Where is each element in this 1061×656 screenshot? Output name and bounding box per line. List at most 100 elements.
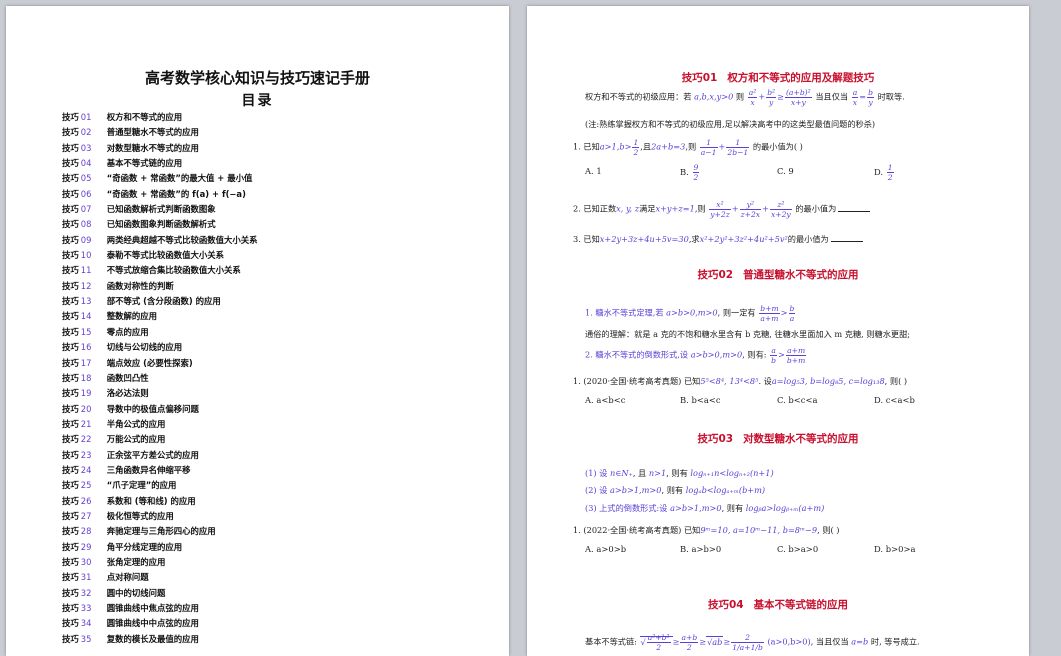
section-title-01[interactable]: 技巧01 权方和不等式的应用及解题技巧: [527, 70, 1029, 85]
toc-item-32[interactable]: 技巧 32 圆中的切线问题: [62, 586, 258, 601]
toc-item-title: “奇函数 + 常函数”的 f(a) + f(−a): [106, 188, 246, 199]
toc-item-number: 20: [80, 403, 92, 414]
s1-q1-option-c[interactable]: C. 9: [777, 166, 794, 176]
toc-item-prefix: 技巧: [62, 357, 79, 368]
toc-item-03[interactable]: 技巧 03 对数型糖水不等式的应用: [62, 141, 258, 156]
toc-item-34[interactable]: 技巧 34 圆锥曲线中中点弦的应用: [62, 616, 258, 631]
toc-item-28[interactable]: 技巧 28 奔驰定理与三角形四心的应用: [62, 524, 258, 539]
toc-item-19[interactable]: 技巧 19 洛必达法则: [62, 386, 258, 401]
toc-item-09[interactable]: 技巧 09 两类经典超越不等式比较函数值大小关系: [62, 233, 258, 248]
toc-item-prefix: 技巧: [62, 434, 79, 445]
toc-item-26[interactable]: 技巧 26 系数和 (等和线) 的应用: [62, 494, 258, 509]
toc-item-title: 端点效应 (必要性探索): [106, 357, 193, 368]
section-title-02[interactable]: 技巧02 普通型糖水不等式的应用: [527, 267, 1029, 282]
toc-item-05[interactable]: 技巧 05 “奇函数 + 常函数”的最大值 + 最小值: [62, 171, 258, 186]
toc-item-prefix: 技巧: [62, 112, 79, 122]
toc-item-number: 14: [80, 311, 92, 322]
toc-item-title: 系数和 (等和线) 的应用: [106, 495, 196, 506]
toc-item-prefix: 技巧: [62, 603, 79, 613]
toc-item-01[interactable]: 技巧 01 权方和不等式的应用: [62, 110, 258, 125]
section-title-04[interactable]: 技巧04 基本不等式链的应用: [527, 597, 1029, 612]
toc-item-02[interactable]: 技巧 02 普通型糖水不等式的应用: [62, 125, 258, 140]
toc-item-title: 零点的应用: [106, 326, 149, 337]
toc-item-number: 22: [80, 434, 92, 445]
s1-question-1: 1. 已知a>1,b> 1 2 ,且2a+b=3,则 1 a−1 +1 2b−1 的最小值为…: [573, 138, 803, 157]
toc-item-number: 18: [80, 372, 92, 383]
toc-item-prefix: 技巧: [62, 265, 79, 276]
toc-item-number: 11: [80, 265, 92, 276]
document-page-right[interactable]: 技巧01 权方和不等式的应用及解题技巧 权方和不等式的初级应用：若 a,b,x,y…: [527, 6, 1029, 656]
toc-item-13[interactable]: 技巧 13 部不等式 (含分段函数) 的应用: [62, 294, 258, 309]
toc-item-title: 奔驰定理与三角形四心的应用: [106, 526, 216, 537]
s3-option-b[interactable]: B. a>b>0: [680, 544, 721, 554]
s2-option-d[interactable]: D. c<a<b: [874, 395, 915, 405]
s3-line-3: (3) 上式的倒数形式:设 a>b>1,m>0, 则有 logᵦa>logᵦ₊ₘ…: [585, 503, 825, 513]
toc-item-11[interactable]: 技巧 11 不等式放缩合集比较函数值大小关系: [62, 263, 258, 278]
toc-item-prefix: 技巧: [62, 633, 79, 644]
toc-item-prefix: 技巧: [62, 495, 79, 506]
toc-item-prefix: 技巧: [62, 541, 79, 552]
toc-item-prefix: 技巧: [62, 234, 79, 245]
toc-item-number: 13: [80, 296, 92, 307]
toc-item-35[interactable]: 技巧 35 复数的模长及最值的应用: [62, 632, 258, 647]
toc-item-prefix: 技巧: [62, 142, 79, 153]
section-heading: 普通型糖水不等式的应用: [743, 269, 859, 281]
toc-item-title: 点对称问题: [106, 572, 149, 583]
toc-item-06[interactable]: 技巧 06 “奇函数 + 常函数”的 f(a) + f(−a): [62, 187, 258, 202]
toc-item-29[interactable]: 技巧 29 角平分线定理的应用: [62, 540, 258, 555]
toc-item-prefix: 技巧: [62, 250, 79, 261]
section-prefix: 技巧: [707, 599, 729, 611]
toc-item-04[interactable]: 技巧 04 基本不等式链的应用: [62, 156, 258, 171]
s2-option-c[interactable]: C. b<c<a: [777, 395, 818, 405]
toc-item-31[interactable]: 技巧 31 点对称问题: [62, 570, 258, 585]
document-page-left[interactable]: 高考数学核心知识与技巧速记手册 目录 技巧 01 权方和不等式的应用 技巧 02 普通型糖…: [6, 6, 509, 656]
s2-question-1: 1. (2020·全国·统考高考真题) 已知5⁵<8⁴, 13⁴<8⁵. 设a=…: [573, 376, 908, 386]
toc-item-prefix: 技巧: [62, 326, 79, 337]
s2-option-a[interactable]: A. a<b<c: [585, 395, 625, 405]
toc-item-18[interactable]: 技巧 18 函数凹凸性: [62, 371, 258, 386]
s3-option-d[interactable]: D. b>0>a: [874, 544, 915, 554]
toc-item-23[interactable]: 技巧 23 正余弦平方差公式的应用: [62, 448, 258, 463]
toc-item-25[interactable]: 技巧 25 “爪子定理”的应用: [62, 478, 258, 493]
toc-item-number: 01: [80, 112, 92, 122]
toc-item-title: 基本不等式链的应用: [106, 158, 183, 169]
toc-item-27[interactable]: 技巧 27 极化恒等式的应用: [62, 509, 258, 524]
s1-q1-option-d[interactable]: D. 12: [874, 163, 895, 182]
s1-q1-option-b[interactable]: B. 92: [680, 163, 700, 182]
s4-line-1: 基本不等式链: √ a²+b² 2 ≥ a+b 2 ≥√ab≥ 2 1/a+1/b (a>0,b…: [585, 633, 920, 652]
toc-item-12[interactable]: 技巧 12 函数对称性的判断: [62, 279, 258, 294]
toc-item-33[interactable]: 技巧 33 圆锥曲线中焦点弦的应用: [62, 601, 258, 616]
s2-option-b[interactable]: B. b<a<c: [680, 395, 721, 405]
s3-option-c[interactable]: C. b>a>0: [777, 544, 818, 554]
section-heading: 对数型糖水不等式的应用: [743, 433, 859, 445]
toc-item-16[interactable]: 技巧 16 切线与公切线的应用: [62, 340, 258, 355]
s3-line-1: (1) 设 n∈N₊, 且 n>1, 则有 logₙ₊₁n<logₙ₊₂(n+1…: [585, 468, 774, 478]
toc-item-prefix: 技巧: [62, 556, 79, 567]
toc-item-number: 23: [80, 449, 92, 460]
toc-item-prefix: 技巧: [62, 388, 79, 399]
toc-item-22[interactable]: 技巧 22 万能公式的应用: [62, 432, 258, 447]
toc-item-title: 圆锥曲线中中点弦的应用: [106, 618, 199, 629]
toc-item-number: 35: [80, 633, 92, 644]
toc-item-21[interactable]: 技巧 21 半角公式的应用: [62, 417, 258, 432]
toc-item-title: 导数中的极值点偏移问题: [106, 403, 199, 414]
toc-item-20[interactable]: 技巧 20 导数中的极值点偏移问题: [62, 402, 258, 417]
section-title-03[interactable]: 技巧03 对数型糖水不等式的应用: [527, 431, 1029, 446]
toc-item-number: 16: [80, 342, 92, 353]
toc-item-title: 对数型糖水不等式的应用: [106, 142, 199, 153]
s1-q1-option-a[interactable]: A. 1: [585, 166, 602, 176]
toc-item-10[interactable]: 技巧 10 泰勒不等式比较函数值大小关系: [62, 248, 258, 263]
toc-item-15[interactable]: 技巧 15 零点的应用: [62, 325, 258, 340]
toc-item-24[interactable]: 技巧 24 三角函数异名伸缩平移: [62, 463, 258, 478]
toc-item-title: 部不等式 (含分段函数) 的应用: [106, 296, 221, 307]
toc-item-prefix: 技巧: [62, 173, 79, 184]
toc-item-30[interactable]: 技巧 30 张角定理的应用: [62, 555, 258, 570]
s3-option-a[interactable]: A. a>0>b: [585, 544, 626, 554]
s2-line-3: 2. 糖水不等式的倒数形式,设 a>b>0,m>0, 则有: a b > a+m b+m: [585, 346, 807, 365]
toc-item-07[interactable]: 技巧 07 已知函数解析式判断函数图象: [62, 202, 258, 217]
toc-item-14[interactable]: 技巧 14 整数解的应用: [62, 309, 258, 324]
document-title: 高考数学核心知识与技巧速记手册: [144, 69, 370, 87]
toc-item-title: 普通型糖水不等式的应用: [106, 127, 199, 138]
toc-item-17[interactable]: 技巧 17 端点效应 (必要性探索): [62, 356, 258, 371]
toc-item-08[interactable]: 技巧 08 已知函数图象判断函数解析式: [62, 217, 258, 232]
